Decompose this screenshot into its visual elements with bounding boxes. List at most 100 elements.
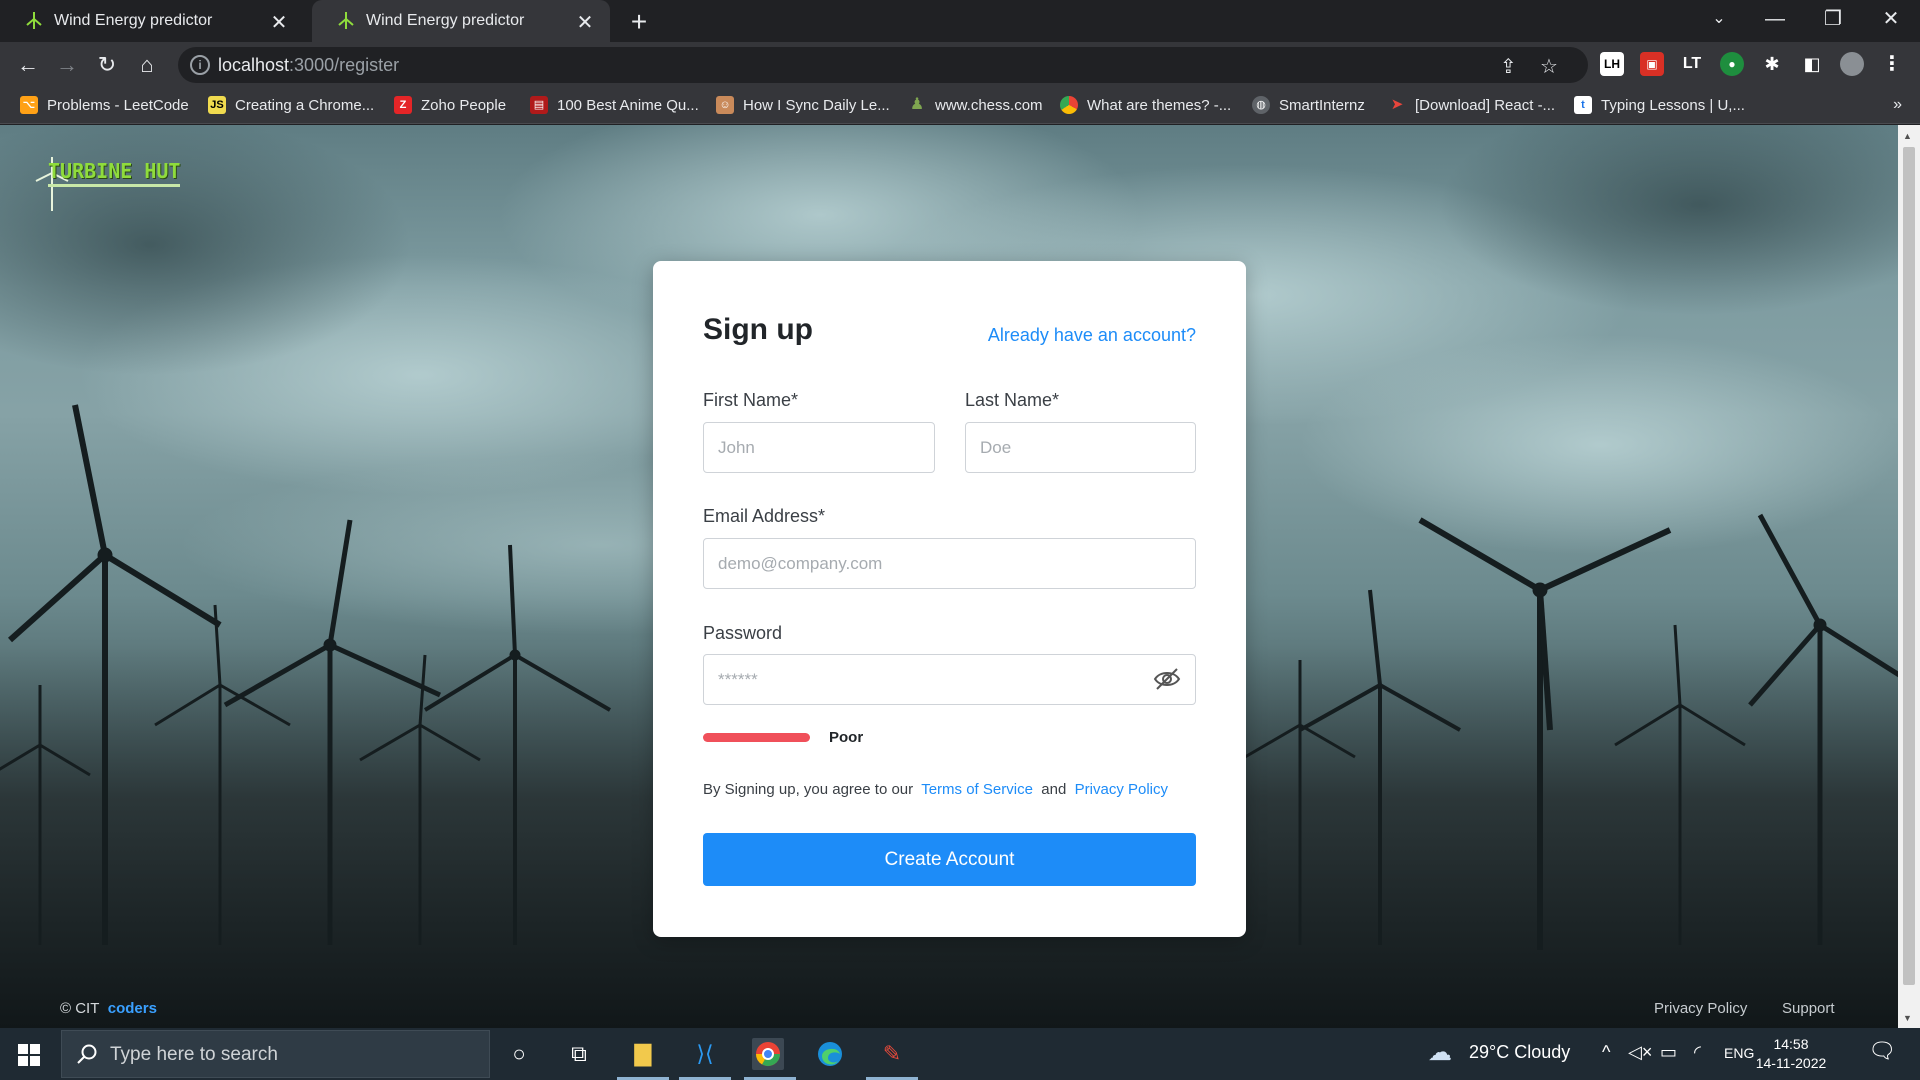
password-strength-bar <box>703 733 810 742</box>
sync-icon: ☺ <box>716 96 734 114</box>
email-field[interactable] <box>703 538 1196 589</box>
home-icon[interactable]: ⌂ <box>133 51 161 79</box>
tab-search-icon[interactable]: ⌄ <box>1690 0 1748 42</box>
browser-tab-2[interactable]: Wind Energy predictor ✕ <box>312 0 610 42</box>
tab-title: Wind Energy predictor <box>366 12 525 29</box>
side-panel-icon[interactable]: ◧ <box>1800 52 1824 76</box>
signin-link[interactable]: Already have an account? <box>988 325 1196 346</box>
page-viewport: TURBINE HUT Sign up Already have an acco… <box>0 125 1898 1028</box>
close-tab-icon[interactable]: ✕ <box>268 10 290 35</box>
task-view-icon[interactable]: ⧉ <box>563 1038 595 1070</box>
show-hidden-icons-icon[interactable]: ^ <box>1602 1042 1610 1063</box>
last-name-field[interactable] <box>965 422 1196 473</box>
address-bar[interactable]: i localhost:3000/register ⇪ ☆ <box>178 47 1588 83</box>
bookmark-star-icon[interactable]: ☆ <box>1540 54 1558 79</box>
green-extension-icon[interactable]: ● <box>1720 52 1744 76</box>
terms-notice: By Signing up, you agree to our Terms of… <box>703 781 1168 798</box>
bookmark-item[interactable]: JS Creating a Chrome... <box>208 96 374 114</box>
bookmark-item[interactable]: ➤ [Download] React -... <box>1388 96 1555 114</box>
site-info-icon[interactable]: i <box>190 55 210 75</box>
footer-privacy-link[interactable]: Privacy Policy <box>1654 1000 1747 1017</box>
restore-window-icon[interactable]: ❐ <box>1804 0 1862 42</box>
chrome-menu-icon[interactable]: ⋮ <box>1880 52 1904 76</box>
bookmark-item[interactable]: What are themes? -... <box>1060 96 1231 114</box>
profile-avatar-icon[interactable] <box>1840 52 1864 76</box>
search-icon <box>77 1044 97 1064</box>
terms-of-service-link[interactable]: Terms of Service <box>921 781 1033 798</box>
last-name-label: Last Name* <box>965 390 1060 410</box>
extensions-puzzle-icon[interactable]: ✱ <box>1760 52 1784 76</box>
footer-copyright: © CIT coders <box>60 1000 157 1017</box>
windows-taskbar: Type here to search ○ ⧉ ▇ ⟩⟨ ✎ ☁ 29°C Cl… <box>0 1028 1920 1080</box>
create-account-button[interactable]: Create Account <box>703 833 1196 886</box>
first-name-label: First Name* <box>703 390 799 410</box>
bookmark-item[interactable]: ▤ 100 Best Anime Qu... <box>530 96 699 114</box>
scroll-up-icon[interactable]: ▲ <box>1903 131 1912 141</box>
coders-link[interactable]: coders <box>108 1000 157 1017</box>
red-extension-icon[interactable]: ▣ <box>1640 52 1664 76</box>
password-field[interactable] <box>703 654 1196 705</box>
turbine-favicon-icon <box>336 11 356 31</box>
edge-icon[interactable] <box>814 1038 846 1070</box>
reload-icon[interactable]: ↻ <box>93 51 121 79</box>
forward-icon[interactable]: → <box>53 51 81 79</box>
chrome-icon <box>1060 96 1078 114</box>
vscode-icon[interactable]: ⟩⟨ <box>689 1038 721 1070</box>
system-clock[interactable]: 14:58 14-11-2022 <box>1753 1035 1829 1073</box>
file-explorer-icon[interactable]: ▇ <box>627 1038 659 1070</box>
bookmark-item[interactable]: Z Zoho People <box>394 96 506 114</box>
paint-app-icon[interactable]: ✎ <box>876 1038 908 1070</box>
password-strength-label: Poor <box>829 729 864 746</box>
turbine-favicon-icon <box>24 11 44 31</box>
leetcode-icon: ⌥ <box>20 96 38 114</box>
bookmarks-overflow-icon[interactable]: » <box>1893 96 1902 114</box>
logo-text: TURBINE HUT <box>48 159 181 187</box>
privacy-policy-link[interactable]: Privacy Policy <box>1075 781 1168 798</box>
js-icon: JS <box>208 96 226 114</box>
bookmark-item[interactable]: ☺ How I Sync Daily Le... <box>716 96 890 114</box>
react-download-icon: ➤ <box>1390 96 1404 113</box>
windows-start-icon[interactable] <box>18 1044 40 1066</box>
browser-tab-1[interactable]: Wind Energy predictor ✕ <box>0 0 304 42</box>
minimize-window-icon[interactable]: — <box>1746 0 1804 42</box>
globe-icon: ◍ <box>1252 96 1270 114</box>
wifi-icon[interactable]: ◜ <box>1694 1042 1701 1063</box>
email-label: Email Address* <box>703 506 826 526</box>
form-title: Sign up <box>703 313 813 346</box>
bookmark-item[interactable]: ♟ www.chess.com <box>908 96 1043 114</box>
tab-title: Wind Energy predictor <box>54 12 213 29</box>
typing-icon: t <box>1574 96 1592 114</box>
back-icon[interactable]: ← <box>14 51 42 79</box>
page-scrollbar[interactable]: ▲ ▼ <box>1898 125 1920 1028</box>
bookmark-item[interactable]: ⌥ Problems - LeetCode <box>20 96 189 114</box>
taskbar-search-box[interactable]: Type here to search <box>61 1030 490 1078</box>
footer-support-link[interactable]: Support <box>1782 1000 1835 1017</box>
bookmark-item[interactable]: ◍ SmartInternz <box>1252 96 1365 114</box>
bookmark-item[interactable]: t Typing Lessons | U,... <box>1574 96 1745 114</box>
scroll-down-icon[interactable]: ▼ <box>1903 1013 1912 1023</box>
signup-card: Sign up Already have an account? First N… <box>653 261 1246 937</box>
close-tab-icon[interactable]: ✕ <box>574 10 596 35</box>
notification-center-icon[interactable]: 🗨 <box>1868 1038 1896 1064</box>
new-tab-button[interactable]: + <box>624 6 654 38</box>
battery-icon[interactable]: ▭ <box>1660 1042 1677 1063</box>
toggle-password-visibility-icon[interactable] <box>1153 667 1181 691</box>
lt-extension-icon[interactable]: LT <box>1680 52 1704 76</box>
url-text[interactable]: localhost:3000/register <box>218 55 399 76</box>
weather-cloud-icon[interactable]: ☁ <box>1428 1038 1452 1067</box>
zoho-icon: Z <box>394 96 412 114</box>
language-indicator[interactable]: ENG <box>1724 1045 1754 1061</box>
lighthouse-extension-icon[interactable]: LH <box>1600 52 1624 76</box>
share-icon[interactable]: ⇪ <box>1500 54 1517 79</box>
anime-icon: ▤ <box>530 96 548 114</box>
chess-icon: ♟ <box>909 96 925 113</box>
bookmarks-bar: ⌥ Problems - LeetCode JS Creating a Chrome… <box>0 88 1920 124</box>
scrollbar-thumb[interactable] <box>1903 147 1915 985</box>
password-label: Password <box>703 623 783 643</box>
volume-muted-icon[interactable]: ◁× <box>1628 1042 1652 1063</box>
weather-text[interactable]: 29°C Cloudy <box>1469 1042 1570 1063</box>
first-name-field[interactable] <box>703 422 935 473</box>
close-window-icon[interactable]: ✕ <box>1862 0 1920 42</box>
cortana-icon[interactable]: ○ <box>503 1038 535 1070</box>
chrome-taskbar-icon[interactable] <box>752 1038 784 1070</box>
